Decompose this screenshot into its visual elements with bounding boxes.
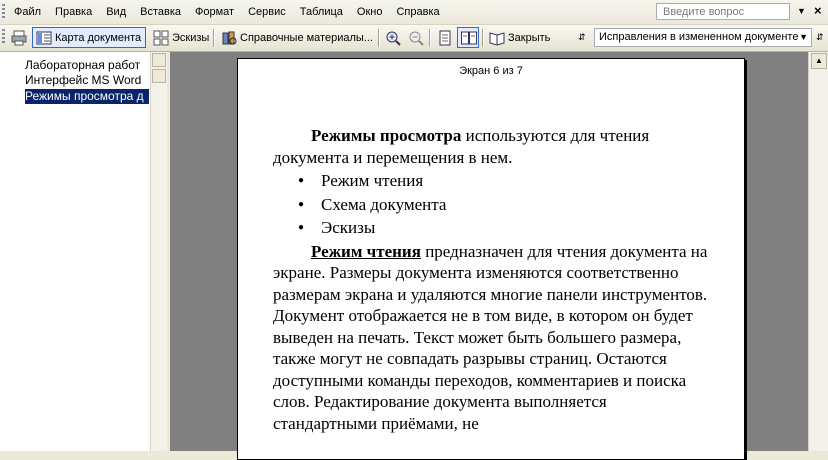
thumbnails-icon xyxy=(153,30,169,46)
list-item: Режим чтения xyxy=(273,170,713,192)
term-reading-mode: Режим чтения xyxy=(311,241,421,261)
open-book-icon xyxy=(489,30,505,46)
toolbar-separator xyxy=(213,29,215,47)
paragraph-reading-mode: Режим чтения предназначен для чтения док… xyxy=(273,241,713,435)
list-item: Эскизы xyxy=(273,217,713,239)
menu-insert[interactable]: Вставка xyxy=(140,6,181,18)
chevron-down-icon: ▼ xyxy=(799,32,808,42)
view-modes-list: Режим чтения Схема документа Эскизы xyxy=(273,170,713,239)
document-map-scrollbar[interactable] xyxy=(150,52,167,451)
toolbar-options-icon[interactable]: ⇵ xyxy=(578,27,590,48)
term-view-modes: Режимы просмотра xyxy=(311,126,462,145)
close-label: Закрыть xyxy=(508,31,551,44)
printer-icon xyxy=(11,30,27,46)
map-item-lab-work[interactable]: Лабораторная работ xyxy=(25,58,149,73)
paragraph-text: предназначен для чтения документа на экр… xyxy=(273,241,708,433)
paragraph-view-modes: Режимы просмотра используются для чтения… xyxy=(273,125,713,168)
menu-format[interactable]: Формат xyxy=(195,6,234,18)
menu-bar: Файл Правка Вид Вставка Формат Сервис Та… xyxy=(0,0,828,25)
single-page-icon xyxy=(437,30,453,46)
scroll-up-button[interactable] xyxy=(152,53,166,67)
markup-display-value: Исправления в измененном документе xyxy=(599,31,799,43)
single-page-button[interactable] xyxy=(434,27,456,48)
document-body: Режимы просмотра используются для чтения… xyxy=(273,125,713,434)
close-document-icon[interactable]: × xyxy=(814,3,822,18)
help-dropdown-arrow-icon[interactable]: ▼ xyxy=(797,6,806,16)
screen-counter: Экран 6 из 7 xyxy=(459,65,523,77)
research-books-icon xyxy=(221,30,237,46)
toolbar-separator xyxy=(482,29,484,47)
document-map-pane: Лабораторная работ Интерфейс MS Word Реж… xyxy=(0,52,152,451)
print-button[interactable] xyxy=(8,27,30,48)
toolbar-separator xyxy=(429,29,431,47)
close-reading-button[interactable]: Закрыть xyxy=(486,27,558,48)
menu-grip-icon[interactable] xyxy=(2,4,5,20)
menu-edit[interactable]: Правка xyxy=(55,6,92,18)
document-scrollbar[interactable]: ▲ xyxy=(808,52,828,451)
two-pages-icon xyxy=(461,30,477,46)
document-map-icon xyxy=(36,30,52,46)
toolbar-separator xyxy=(378,29,380,47)
menu-table[interactable]: Таблица xyxy=(300,6,343,18)
list-item: Схема документа xyxy=(273,194,713,216)
help-question-input[interactable]: Введите вопрос xyxy=(656,3,790,20)
toolbar-grip-icon[interactable] xyxy=(2,29,5,45)
document-page: Экран 6 из 7 Режимы просмотра используют… xyxy=(237,58,745,460)
reading-toolbar: Карта документа Эскизы Справочные матери… xyxy=(0,25,828,52)
menu-help[interactable]: Справка xyxy=(396,6,439,18)
document-map-label: Карта документа xyxy=(55,31,142,44)
zoom-in-button[interactable] xyxy=(382,27,404,48)
menu-file[interactable]: Файл xyxy=(14,6,41,18)
zoom-in-icon xyxy=(385,30,401,46)
thumbnails-button[interactable]: Эскизы xyxy=(150,27,210,48)
menu-window[interactable]: Окно xyxy=(357,6,383,18)
toolbar-overflow-icon[interactable]: ⇵ xyxy=(816,27,826,48)
document-map-button[interactable]: Карта документа xyxy=(32,27,146,48)
research-label: Справочные материалы... xyxy=(240,31,373,44)
menu-tools[interactable]: Сервис xyxy=(248,6,286,18)
markup-display-select[interactable]: Исправления в измененном документе ▼ xyxy=(594,28,812,47)
zoom-out-icon xyxy=(408,30,424,46)
map-item-view-modes[interactable]: Режимы просмотра д xyxy=(25,89,149,104)
scroll-up-arrow-icon[interactable]: ▲ xyxy=(811,53,827,69)
document-area: Экран 6 из 7 Режимы просмотра используют… xyxy=(170,52,808,460)
map-item-interface[interactable]: Интерфейс MS Word xyxy=(25,73,149,88)
scroll-thumb[interactable] xyxy=(152,69,166,83)
zoom-out-button[interactable] xyxy=(405,27,427,48)
thumbnails-label: Эскизы xyxy=(172,31,210,44)
two-page-button[interactable] xyxy=(457,27,479,48)
research-button[interactable]: Справочные материалы... xyxy=(218,27,376,48)
menu-view[interactable]: Вид xyxy=(106,6,126,18)
